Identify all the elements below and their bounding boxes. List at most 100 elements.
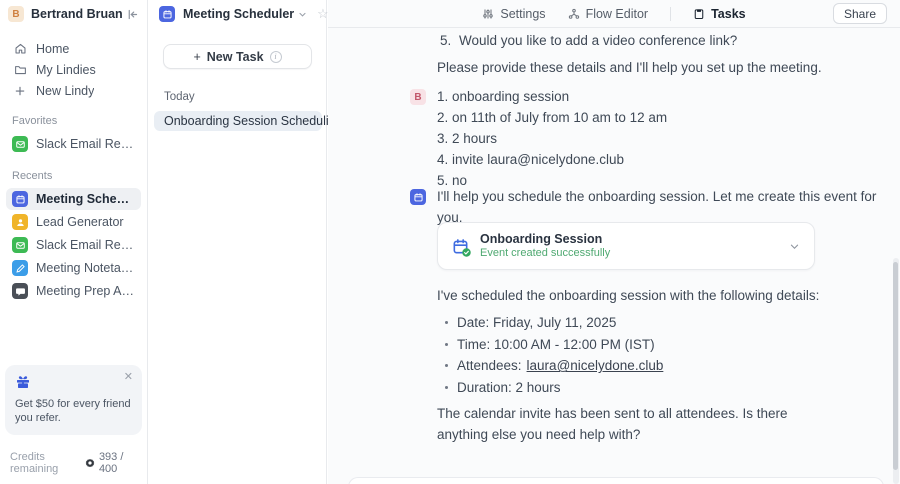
sidebar-agent-slack-email-reminder[interactable]: Slack Email Reminder [6, 133, 141, 155]
clipped-assistant-line: 5. Would you like to add a video confere… [440, 30, 737, 51]
credits-value: 393 / 400 [85, 451, 137, 475]
detail-text: Duration: 2 hours [457, 379, 561, 395]
sidebar-footer: ✕ Get $50 for every friend you refer. Cr… [0, 365, 147, 484]
calendar-icon [12, 191, 28, 207]
sidebar-agent-meeting-prep-assistant[interactable]: Meeting Prep Assistant [6, 280, 141, 302]
detail-item-time: Time: 10:00 AM - 12:00 PM (IST) [437, 334, 663, 356]
workspace-avatar: B [8, 6, 24, 22]
calendar-check-icon [452, 238, 471, 257]
envelope-icon [12, 237, 28, 253]
task-title: Onboarding Session Scheduling [164, 114, 343, 128]
tab-flow-editor-label: Flow Editor [585, 6, 649, 21]
user-message-line: 2. on 11th of July from 10 am to 12 am [437, 110, 668, 125]
bullet-dot [445, 385, 448, 389]
sidebar-agent-meeting-notetaker[interactable]: Meeting Notetaker [6, 257, 141, 279]
collapse-sidebar-icon[interactable] [126, 8, 139, 21]
tab-settings[interactable]: Settings [482, 6, 546, 21]
chat-area: Settings Flow Editor Tasks Share 5. Woul… [328, 0, 900, 484]
tab-settings-label: Settings [500, 6, 546, 21]
chevron-down-icon[interactable] [298, 10, 307, 19]
event-details-list: Date: Friday, July 11, 2025 Time: 10:00 … [437, 312, 663, 398]
clipboard-icon [694, 8, 704, 19]
tab-flow-editor[interactable]: Flow Editor [568, 6, 649, 21]
plus-icon [12, 85, 28, 97]
share-label: Share [843, 6, 876, 21]
agent-label: Lead Generator [36, 215, 124, 229]
sidebar-item-my-lindies[interactable]: My Lindies [6, 59, 141, 80]
assistant-avatar-calendar-icon [410, 189, 426, 205]
clipped-assistant-followup: Please provide these details and I'll he… [437, 60, 822, 75]
detail-text: Time: 10:00 AM - 12:00 PM (IST) [457, 336, 655, 352]
referral-banner[interactable]: ✕ Get $50 for every friend you refer. [5, 365, 142, 435]
agent-header: Meeting Scheduler ☆ [149, 0, 337, 28]
sliders-icon [483, 8, 494, 19]
sidebar-item-home[interactable]: Home [6, 38, 141, 59]
task-group-label: Today [164, 91, 195, 103]
user-message-line: 1. onboarding session [437, 89, 570, 104]
recents-list: Meeting Scheduler Lead Generator Slack E… [0, 188, 147, 302]
event-card-text: Onboarding Session Event created success… [480, 232, 789, 260]
clipped-line-number: 5. [440, 33, 452, 48]
bullet-dot [445, 321, 448, 325]
credits-label: Credits remaining [10, 451, 59, 475]
new-task-button[interactable]: + New Task i [163, 44, 312, 69]
scrollbar-thumb[interactable] [893, 262, 898, 470]
favorites-list: Slack Email Reminder [0, 133, 147, 155]
token-icon [85, 458, 95, 468]
chevron-down-icon[interactable] [789, 241, 800, 252]
envelope-icon [12, 136, 28, 152]
event-card[interactable]: Onboarding Session Event created success… [437, 222, 815, 270]
sidebar: B Bertrand Bruandet's... Home My Lindies [0, 0, 148, 484]
tasks-panel: Meeting Scheduler ☆ + New Task i Today O… [149, 0, 343, 484]
chat-nav: Settings Flow Editor Tasks [328, 6, 900, 21]
bullet-dot [445, 364, 448, 368]
person-icon [12, 214, 28, 230]
workspace-name: Bertrand Bruandet's... [31, 7, 122, 21]
sidebar-agent-meeting-scheduler[interactable]: Meeting Scheduler [6, 188, 141, 210]
workspace-switcher[interactable]: B Bertrand Bruandet's... [0, 0, 147, 28]
event-card-title: Onboarding Session [480, 232, 603, 246]
detail-item-attendees: Attendees: laura@nicelydone.club [437, 355, 663, 377]
sidebar-item-label: Home [36, 41, 70, 56]
nav-divider [670, 6, 672, 21]
agent-label: Meeting Scheduler [36, 192, 135, 206]
sidebar-agent-lead-generator[interactable]: Lead Generator [6, 211, 141, 233]
gift-icon [15, 374, 132, 390]
new-task-label: New Task [206, 49, 264, 64]
sidebar-agent-slack-email-reminder-2[interactable]: Slack Email Reminder [6, 234, 141, 256]
agent-label: Slack Email Reminder [36, 137, 135, 151]
lindy-app-window: B Bertrand Bruandet's... Home My Lindies [0, 0, 900, 484]
pencil-icon [12, 260, 28, 276]
credits-row: Credits remaining 393 / 400 [0, 445, 147, 484]
event-card-status: Event created successfully [480, 247, 611, 259]
agent-label: Meeting Notetaker [36, 261, 135, 275]
favorites-section-label: Favorites [12, 115, 58, 127]
bullet-dot [445, 342, 448, 346]
detail-text: Date: Friday, July 11, 2025 [457, 315, 617, 331]
share-button[interactable]: Share [832, 3, 887, 24]
close-icon[interactable]: ✕ [124, 372, 133, 383]
assistant-closing: The calendar invite has been sent to all… [437, 406, 788, 442]
sidebar-item-label: New Lindy [36, 83, 95, 98]
detail-item-date: Date: Friday, July 11, 2025 [437, 312, 663, 334]
plus-icon: + [193, 49, 201, 64]
referral-text: Get $50 for every friend you refer. [15, 398, 131, 424]
recents-section-label: Recents [12, 170, 53, 182]
user-message: 1. onboarding session 2. on 11th of July… [437, 86, 667, 191]
message-input[interactable] [348, 477, 884, 484]
attendee-email-link[interactable]: laura@nicelydone.club [527, 355, 664, 376]
detail-text: Attendees: [457, 358, 522, 374]
user-avatar: B [410, 89, 426, 105]
credits-count: 393 / 400 [98, 451, 124, 475]
agent-label: Meeting Prep Assistant [36, 284, 135, 298]
flow-nodes-icon [568, 8, 579, 19]
task-list-item[interactable]: Onboarding Session Scheduling [154, 111, 343, 131]
tab-tasks[interactable]: Tasks [693, 7, 746, 21]
user-message-line: 4. invite laura@nicelydone.club [437, 152, 625, 167]
user-message-line: 3. 2 hours [437, 131, 498, 146]
chat-messages: 5. Would you like to add a video confere… [328, 28, 900, 484]
sidebar-item-new-lindy[interactable]: New Lindy [6, 80, 141, 101]
detail-item-duration: Duration: 2 hours [437, 377, 663, 399]
sidebar-nav: Home My Lindies New Lindy [0, 28, 147, 101]
assistant-summary-intro: I've scheduled the onboarding session wi… [437, 288, 820, 303]
